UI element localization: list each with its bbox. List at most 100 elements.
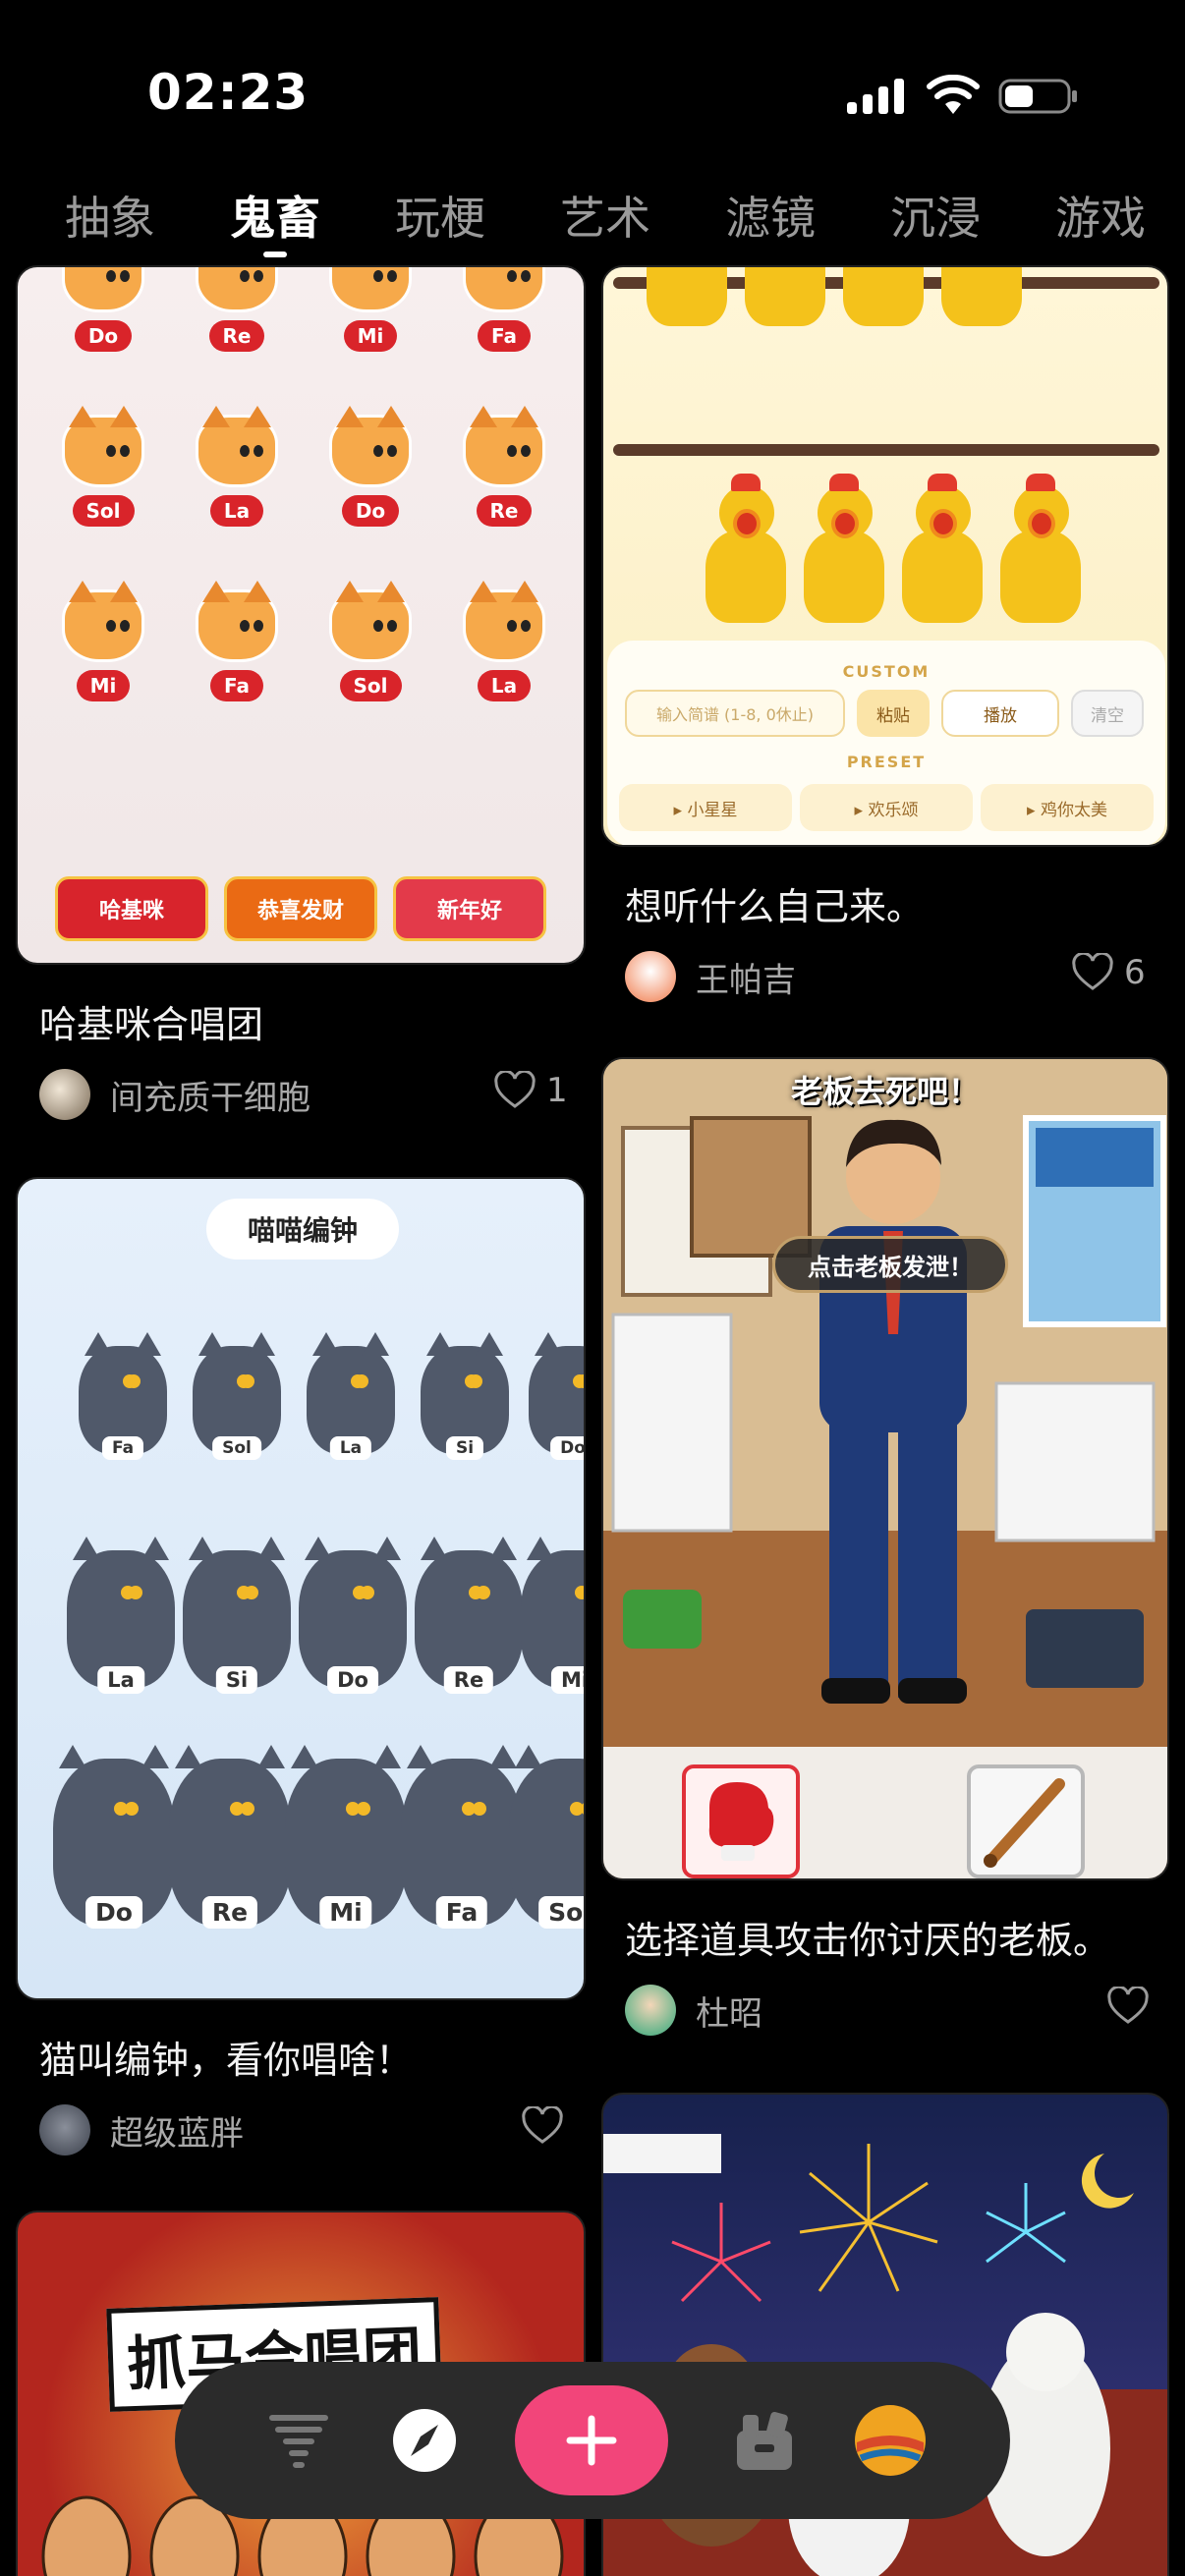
tab-meme[interactable]: 玩梗 — [395, 183, 485, 248]
note-label: La — [329, 1436, 372, 1460]
like-button[interactable] — [521, 2106, 574, 2146]
boxing-glove-icon — [708, 1782, 774, 1861]
grey-cat-key: Mi — [521, 1537, 584, 1694]
like-button[interactable]: 6 — [1071, 953, 1146, 992]
tab-kichiku[interactable]: 鬼畜 — [230, 183, 320, 248]
tab-games[interactable]: 游戏 — [1055, 183, 1146, 248]
note-label: Mi — [343, 320, 398, 352]
card-title[interactable]: 猫叫编钟，看你唱啥！ — [39, 2030, 413, 2084]
notation-input: 输入简谱 (1-8, 0休止) — [625, 690, 845, 737]
card-cat-bells-thumbnail[interactable]: 喵喵编钟 Fa Sol La Si Do La Si Do Re Mi Do R… — [16, 1177, 586, 2000]
grey-cat-key: Re — [169, 1745, 291, 1929]
status-time: 02:23 — [147, 64, 310, 121]
cat-grid: Do Re Mi Fa Sol La Do Re Mi Fa Sol La — [18, 267, 584, 739]
status-bar: 02:23 — [0, 0, 1185, 177]
card-boss-thumbnail[interactable]: 老板去死吧！ 点击老板发泄！ — [601, 1057, 1169, 1880]
card-title[interactable]: 选择道具攻击你讨厌的老板。 — [625, 1910, 1110, 1964]
rubber-chicken — [647, 267, 727, 326]
preset-label: PRESET — [846, 753, 927, 771]
tornado-icon — [269, 2415, 328, 2468]
note-label: La — [209, 495, 264, 527]
card-cat-choir-thumbnail[interactable]: Do Re Mi Fa Sol La Do Re Mi Fa Sol La 哈基… — [16, 265, 586, 965]
card-author[interactable]: 间充质干细胞 — [39, 1069, 310, 1120]
grey-cat-key: Sol — [509, 1745, 584, 1929]
rubber-chicken — [745, 267, 825, 326]
like-button[interactable]: 1 — [493, 1071, 568, 1110]
author-name: 超级蓝胖 — [110, 2113, 244, 2154]
card-author[interactable]: 超级蓝胖 — [39, 2104, 244, 2156]
note-label: Sol — [212, 1436, 261, 1460]
grey-cat-key: Fa — [401, 1745, 523, 1929]
cat-key: Do — [49, 267, 157, 352]
author-name: 王帕吉 — [696, 960, 796, 1000]
tab-filter[interactable]: 滤镜 — [725, 183, 816, 248]
cat-key: La — [450, 581, 558, 701]
note-label: Re — [201, 1896, 258, 1929]
card-title[interactable]: 想听什么自己来。 — [625, 876, 924, 930]
grey-cat-key: Do — [299, 1537, 407, 1694]
avatar — [39, 1069, 90, 1120]
tab-abstract[interactable]: 抽象 — [65, 183, 155, 248]
grey-cat-key: Re — [415, 1537, 523, 1694]
grey-cat-key: Fa — [79, 1332, 167, 1460]
note-label: Do — [341, 495, 400, 527]
boss-hint: 点击老板发泄！ — [772, 1236, 1008, 1293]
cat-key: La — [183, 406, 291, 527]
note-label: La — [97, 1666, 144, 1694]
like-count: 6 — [1124, 953, 1146, 992]
like-count: 1 — [546, 1071, 568, 1110]
card-chicken-music-thumbnail[interactable]: CUSTOM 输入简谱 (1-8, 0休止) 粘贴 播放 清空 PRESET ▸… — [601, 265, 1169, 847]
nav-discover[interactable] — [385, 2401, 464, 2480]
note-label: Re — [443, 1666, 494, 1694]
card-title[interactable]: 哈基咪合唱团 — [39, 994, 263, 1048]
note-label: Si — [445, 1436, 484, 1460]
active-tab-indicator — [263, 252, 287, 257]
cat-key: Sol — [316, 581, 424, 701]
cat-bells-header: 喵喵编钟 — [206, 1199, 399, 1260]
play-button: 播放 — [941, 690, 1059, 737]
note-label: Re — [208, 320, 265, 352]
avatar — [39, 2104, 90, 2156]
hajimi-button: 哈基咪 — [55, 876, 208, 941]
like-button[interactable] — [1106, 1987, 1159, 2026]
note-label: Mi — [319, 1896, 372, 1929]
bottom-navigation — [175, 2362, 1010, 2519]
cat-key: Sol — [49, 406, 157, 527]
grey-cat-key: Si — [183, 1537, 291, 1694]
battery-icon — [998, 79, 1077, 114]
note-label: Sol — [72, 495, 135, 527]
grey-cat-key: Si — [421, 1332, 509, 1460]
rubber-chicken — [843, 267, 924, 326]
avatar — [625, 1985, 676, 2036]
baseball-bat-tool — [967, 1764, 1085, 1878]
tool-bar — [603, 1747, 1167, 1878]
cat-key: Re — [450, 406, 558, 527]
baseball-bat-icon — [984, 1778, 1065, 1868]
nav-toolbox[interactable] — [725, 2401, 804, 2480]
preset-button: ▸ 鸡你太美 — [981, 784, 1154, 831]
rubber-chicken — [804, 474, 884, 623]
boxing-glove-tool — [682, 1764, 800, 1878]
gongxi-facai-button: 恭喜发财 — [224, 876, 377, 941]
nav-profile[interactable] — [851, 2401, 930, 2480]
nav-tornado[interactable] — [259, 2401, 338, 2480]
grey-cat-key: La — [67, 1537, 175, 1694]
planet-icon — [855, 2405, 926, 2476]
note-label: Sol — [339, 670, 402, 701]
tools-icon — [737, 2411, 792, 2470]
cat-key: Do — [316, 406, 424, 527]
note-label: Mi — [76, 670, 131, 701]
preset-button: ▸ 欢乐颂 — [800, 784, 973, 831]
create-button[interactable] — [515, 2385, 668, 2495]
rubber-chicken — [1000, 474, 1081, 623]
note-label: Fa — [435, 1896, 488, 1929]
rubber-chicken — [902, 474, 983, 623]
paste-button: 粘贴 — [857, 690, 930, 737]
tab-immersive[interactable]: 沉浸 — [890, 183, 981, 248]
tab-art[interactable]: 艺术 — [560, 183, 650, 248]
card-author[interactable]: 杜昭 — [625, 1985, 762, 2036]
note-label: Do — [550, 1436, 584, 1460]
office-illustration — [603, 1059, 1167, 1747]
grey-cat-key: Do — [53, 1745, 175, 1929]
card-author[interactable]: 王帕吉 — [625, 951, 796, 1002]
